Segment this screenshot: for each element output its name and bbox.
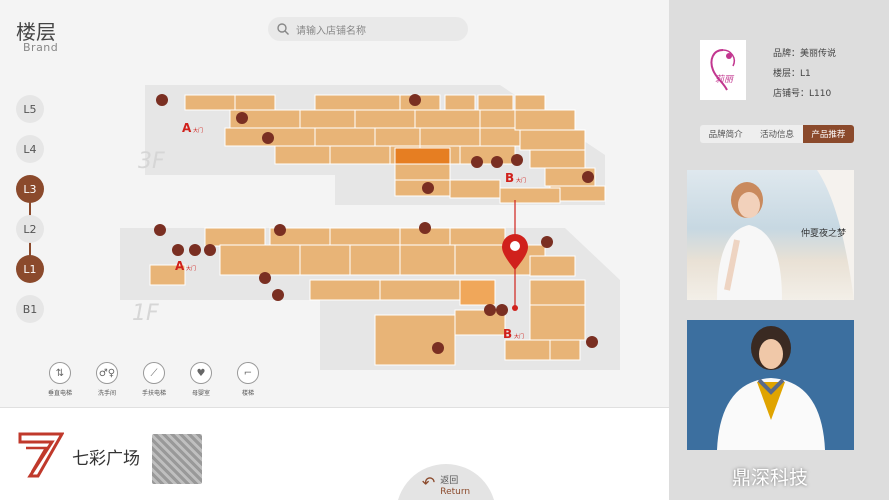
promo-image-1[interactable]: 仲夏夜之梦 xyxy=(687,170,854,300)
search-placeholder: 请输入店铺名称 xyxy=(296,25,366,37)
svg-text:大门: 大门 xyxy=(516,177,526,184)
footer-bar: 七彩广场 ↶ 返回 Return xyxy=(0,407,669,500)
brand-logo-text: 莉丽 xyxy=(715,74,735,85)
store-number: 店铺号：L110 xyxy=(773,89,832,99)
tab-products[interactable]: 产品推荐 xyxy=(802,125,854,143)
floor-button-l2[interactable]: L2 xyxy=(16,215,44,243)
floor-button-l3[interactable]: L3 xyxy=(16,175,44,203)
tab-activity[interactable]: 活动信息 xyxy=(751,125,802,143)
return-label-cn: 返回 xyxy=(440,476,459,486)
promo-image-2[interactable] xyxy=(687,320,854,450)
search-input[interactable]: 请输入店铺名称 xyxy=(268,17,468,41)
floor-button-l5[interactable]: L5 xyxy=(16,95,44,123)
legend-escalator[interactable]: ⟋ 手扶电梯 xyxy=(134,362,174,397)
elevator-icon: ⇅ xyxy=(49,362,71,384)
return-label-en: Return xyxy=(440,487,471,497)
legend-elevator[interactable]: ⇅ 垂直电梯 xyxy=(40,362,80,397)
floor-button-l4[interactable]: L4 xyxy=(16,135,44,163)
return-arrow-icon: ↶ xyxy=(421,473,436,492)
stairs-icon: ⌐ xyxy=(237,362,259,384)
floor-button-l1[interactable]: L1 xyxy=(16,255,44,283)
highlighted-store-3f[interactable] xyxy=(394,147,451,165)
map-legend: ⇅ 垂直电梯 ♂♀ 洗手间 ⟋ 手扶电梯 ♥ 母婴室 ⌐ 楼梯 xyxy=(40,362,280,402)
legend-restroom[interactable]: ♂♀ 洗手间 xyxy=(87,362,127,397)
page-subtitle: Brand xyxy=(23,41,59,54)
escalator-icon: ⟋ xyxy=(143,362,165,384)
detail-tabs: 品牌简介 活动信息 产品推荐 xyxy=(700,125,854,143)
legend-stairs[interactable]: ⌐ 楼梯 xyxy=(228,362,268,397)
floor-button-b1[interactable]: B1 xyxy=(16,295,44,323)
store-brand: 品牌：美丽传说 xyxy=(773,49,837,59)
search-icon xyxy=(277,23,289,35)
svg-text:大门: 大门 xyxy=(514,333,524,340)
restroom-icon: ♂♀ xyxy=(96,362,118,384)
mall-logo xyxy=(18,432,64,478)
selected-store-l110[interactable] xyxy=(459,279,496,306)
svg-text:大门: 大门 xyxy=(186,265,196,272)
model-illustration-2 xyxy=(717,326,825,450)
legend-nursery[interactable]: ♥ 母婴室 xyxy=(181,362,221,397)
return-button[interactable]: ↶ 返回 Return xyxy=(396,464,496,500)
mall-name: 七彩广场 xyxy=(72,449,140,469)
svg-text:B: B xyxy=(503,327,512,341)
floor-3-label: 3F xyxy=(138,149,165,174)
store-logo: 莉丽 xyxy=(700,40,746,100)
store-floor: 楼层：L1 xyxy=(773,69,811,79)
tab-brand-intro[interactable]: 品牌简介 xyxy=(700,125,751,143)
svg-text:A: A xyxy=(182,121,192,135)
floor-1-label: 1F xyxy=(132,301,159,326)
svg-text:B: B xyxy=(505,171,514,185)
svg-text:大门: 大门 xyxy=(193,127,203,134)
promo-poster-text: 仲夏夜之梦 xyxy=(801,229,847,239)
brand-logo-icon: 莉丽 xyxy=(710,49,735,91)
watermark: 鼎深科技 xyxy=(732,467,809,489)
nursery-icon: ♥ xyxy=(190,362,212,384)
svg-text:A: A xyxy=(175,259,185,273)
floor-map[interactable]: A 大门 B 大门 A 大门 B 大门 3F 1F xyxy=(110,70,630,380)
qr-code xyxy=(152,434,202,484)
